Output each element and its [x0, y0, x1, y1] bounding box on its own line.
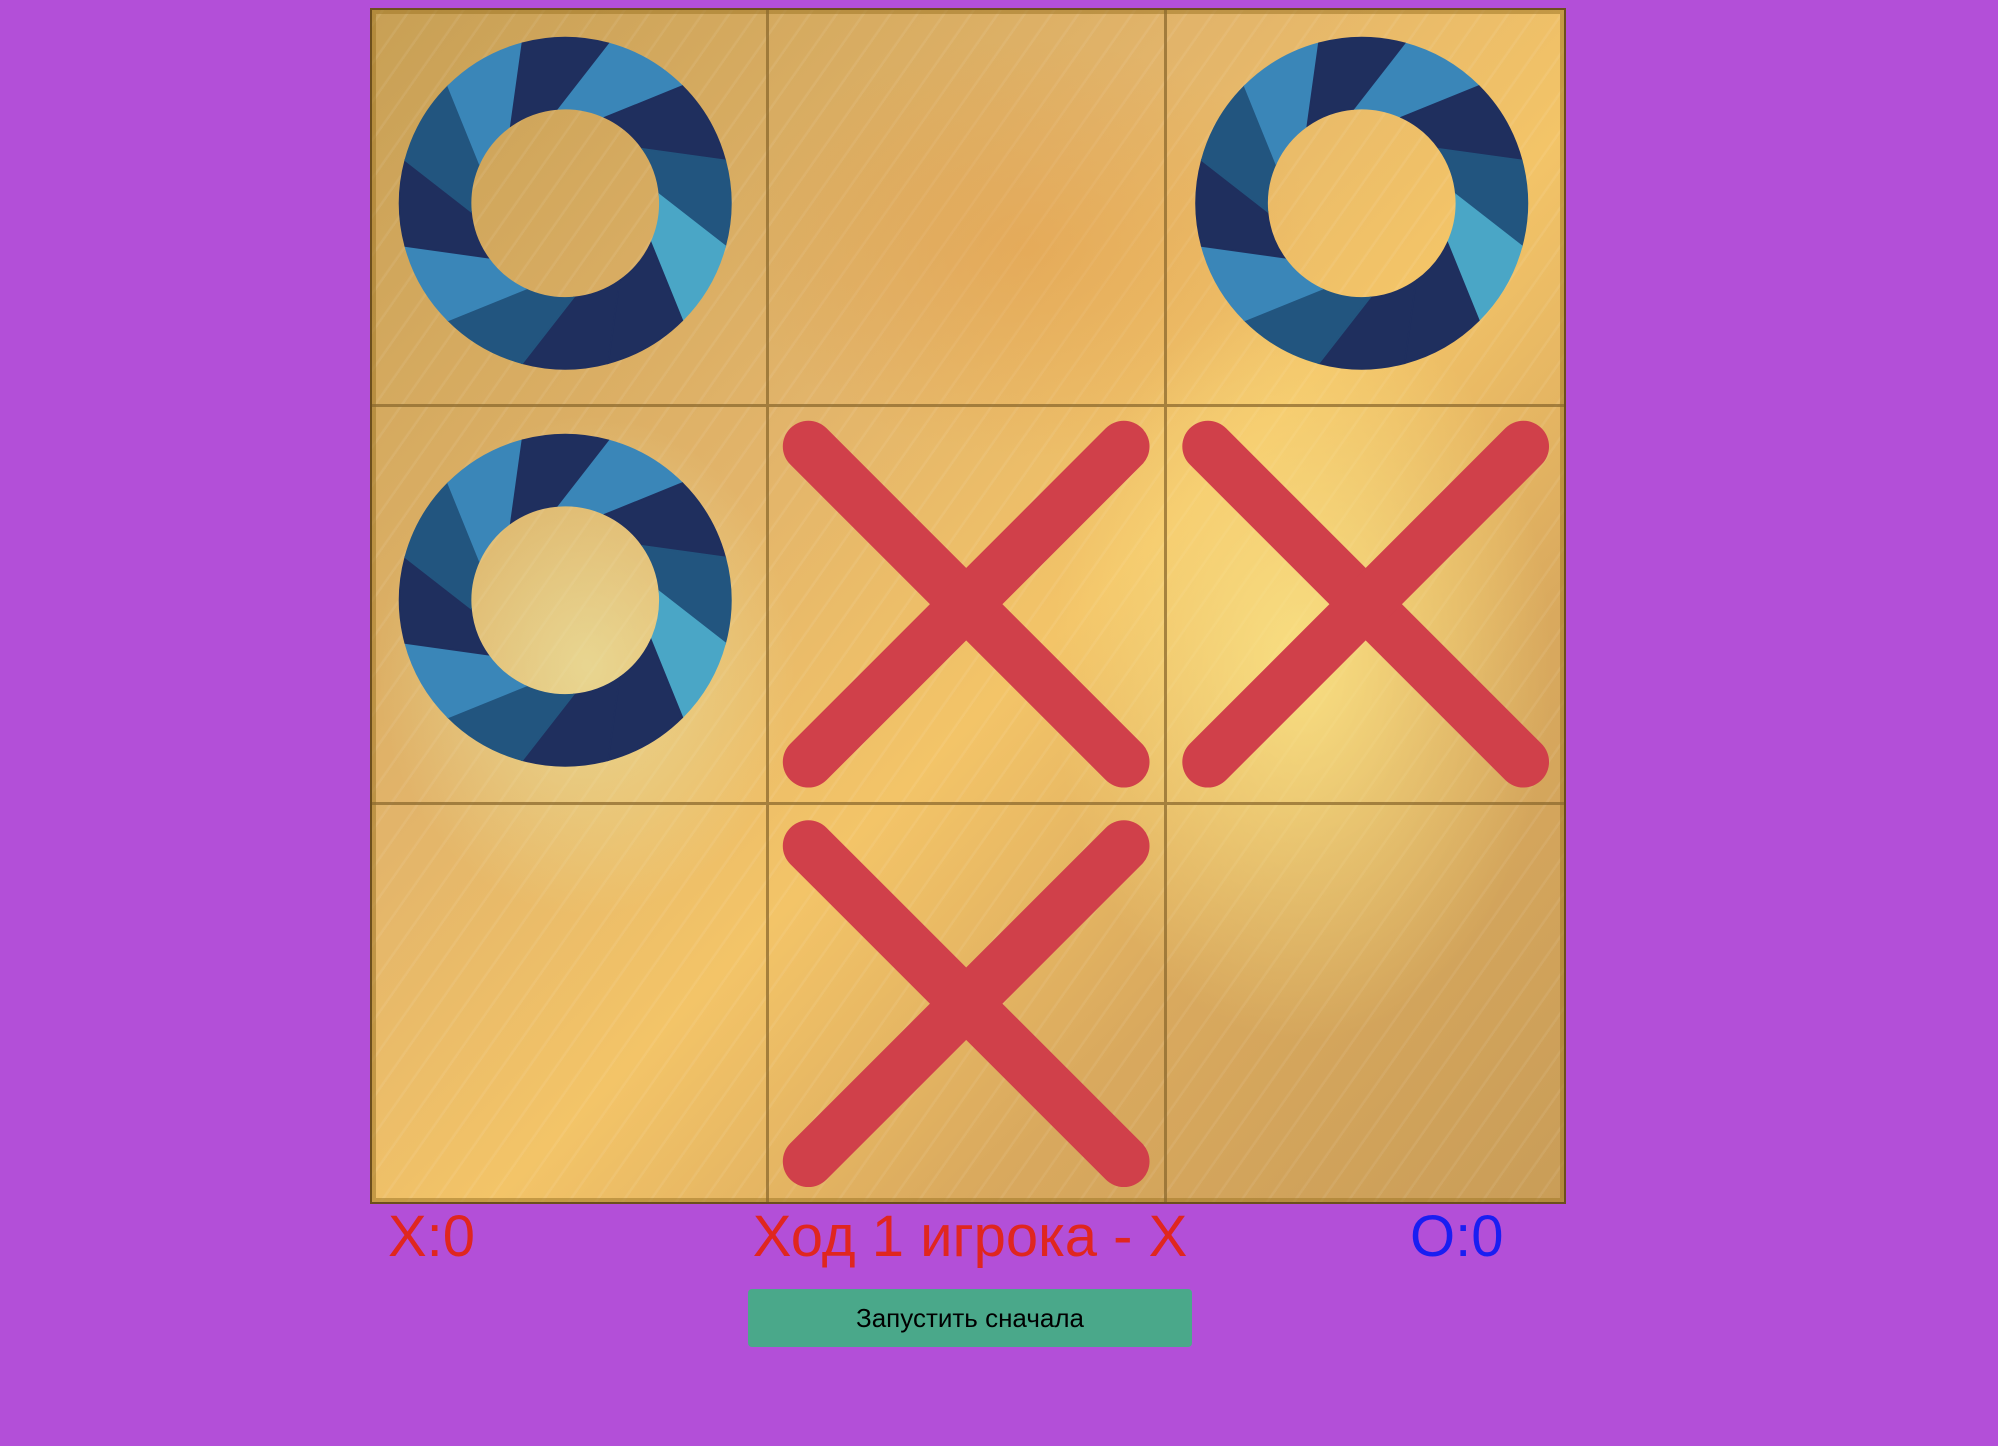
game-board: [370, 8, 1566, 1204]
x-mark-icon: [1181, 421, 1549, 788]
board-cell-2-2[interactable]: [1167, 805, 1564, 1202]
board-cell-1-1[interactable]: [769, 407, 1167, 805]
board-cell-0-0[interactable]: [372, 10, 770, 408]
o-ring-icon: [398, 434, 732, 767]
board-cell-2-0[interactable]: [372, 804, 770, 1202]
x-mark-icon: [783, 421, 1150, 788]
board-cell-1-0[interactable]: [372, 407, 770, 805]
board-cell-1-2[interactable]: [1166, 407, 1564, 805]
score-o: O:0: [1410, 1204, 1504, 1269]
o-ring-icon: [1195, 36, 1528, 370]
score-x: X:0: [388, 1204, 476, 1269]
board-cell-0-1[interactable]: [769, 10, 1167, 408]
board-grid: [372, 10, 1564, 1202]
o-ring-icon: [398, 36, 732, 370]
turn-status: Ход 1 игрока - X: [752, 1204, 1188, 1269]
x-mark-icon: [783, 819, 1150, 1187]
board-cell-2-1[interactable]: [769, 804, 1167, 1202]
restart-button[interactable]: Запустить сначала: [748, 1289, 1192, 1347]
board-cell-0-2[interactable]: [1166, 10, 1564, 408]
